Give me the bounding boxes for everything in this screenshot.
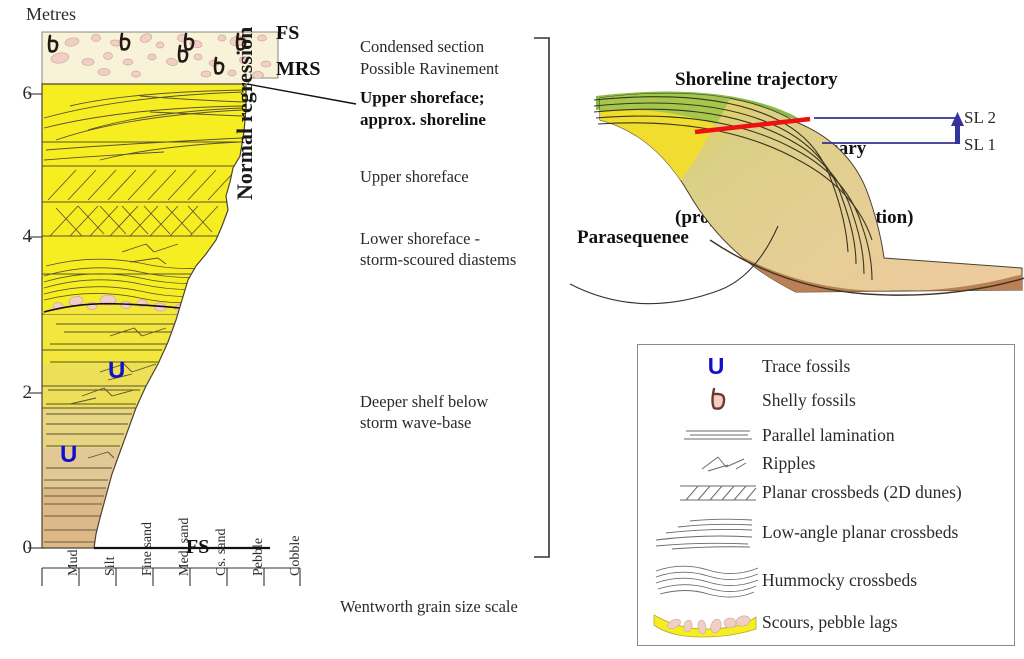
legend-row-hummocky-crossbeds: Hummocky crossbeds [638, 559, 1014, 601]
parasequence-label: Parasequenee [577, 227, 689, 248]
legend-row-low-angle-crossbeds: Low-angle planar crossbeds [638, 513, 1014, 553]
marker-mrs: MRS [276, 58, 321, 80]
normal-regression-label: Normal regression [232, 26, 257, 200]
sea-level-rise-arrow [951, 112, 964, 144]
legend-label-shelly-fossils: Shelly fossils [762, 390, 856, 410]
legend-row-ripples: Ripples [638, 453, 1014, 479]
trace-fossil-symbol: U [60, 441, 77, 468]
marker-fs-top: FS [276, 22, 300, 44]
legend-label-planar-crossbeds: Planar crossbeds (2D dunes) [762, 482, 962, 502]
hummocky-crossbeds-icon [655, 565, 759, 598]
grain-size-label-cs-sand: Cs. sand [214, 528, 229, 576]
grain-size-label-pebble: Pebble [251, 537, 266, 576]
legend-label-parallel-lamination: Parallel lamination [762, 425, 895, 445]
grain-size-label-silt: Silt [103, 556, 118, 576]
facies-note-lower-shoreface-1: Lower shoreface - [360, 229, 481, 248]
facies-note-upper-shoreface-bold-1: Upper shoreface; [360, 88, 485, 107]
low-angle-planar-crossbeds-icon [655, 518, 753, 550]
facies-bracket [534, 37, 550, 558]
grain-size-label-fine-sand: Fine sand [140, 521, 155, 576]
legend-row-scours-pebble-lags: Scours, pebble lags [638, 607, 1014, 641]
facies-note-deeper-shelf-1: Deeper shelf below [360, 392, 489, 411]
facies-note-possible-ravinement: Possible Ravinement [360, 59, 499, 78]
facies-note-upper-shoreface: Upper shoreface [360, 167, 469, 186]
legend-label-scours-pebble-lags: Scours, pebble lags [762, 612, 898, 632]
sea-level-lines [814, 117, 958, 144]
legend-row-parallel-lamination: Parallel lamination [638, 425, 1014, 451]
parallel-lamination-icon [684, 430, 752, 440]
mrs-leader-line [246, 83, 357, 105]
facies-note-upper-shoreface-bold-2: approx. shoreline [360, 110, 486, 129]
facies-note-condensed-section: Condensed section [360, 37, 485, 56]
legend-row-shelly-fossils: Shelly fossils [638, 387, 1014, 417]
legend-row-planar-crossbeds: Planar crossbeds (2D dunes) [638, 481, 1014, 509]
legend-row-trace-fossils: U Trace fossils [638, 353, 1014, 383]
facies-note-deeper-shelf-2: storm wave-base [360, 413, 472, 432]
legend-label-low-angle-crossbeds: Low-angle planar crossbeds [762, 522, 959, 542]
ripples-icon [701, 456, 747, 472]
marker-fs-base: FS [186, 536, 210, 558]
planar-crossbeds-icon [680, 485, 757, 501]
legend-label-trace-fossils: Trace fossils [762, 356, 851, 376]
legend-label-ripples: Ripples [762, 453, 816, 473]
facies-note-lower-shoreface-2: storm-scoured diastems [360, 250, 517, 269]
trace-fossil-icon: U [707, 353, 725, 379]
shoreline-trajectory-diagram [569, 91, 1024, 305]
grain-size-label-mud: Mud [66, 549, 81, 576]
shelly-fossil-icon [711, 387, 726, 410]
wentworth-scale-caption: Wentworth grain size scale [340, 597, 518, 616]
sea-level-1-label: SL 1 [964, 135, 996, 154]
scours-pebble-lags-icon [653, 614, 757, 638]
sea-level-2-label: SL 2 [964, 108, 996, 127]
legend-label-hummocky-crossbeds: Hummocky crossbeds [762, 570, 918, 590]
legend-panel: U Trace fossils Shelly fossils Parallel … [637, 344, 1015, 646]
trace-fossil-symbol: U [108, 357, 125, 384]
grain-size-label-cobble: Cobble [288, 535, 303, 576]
